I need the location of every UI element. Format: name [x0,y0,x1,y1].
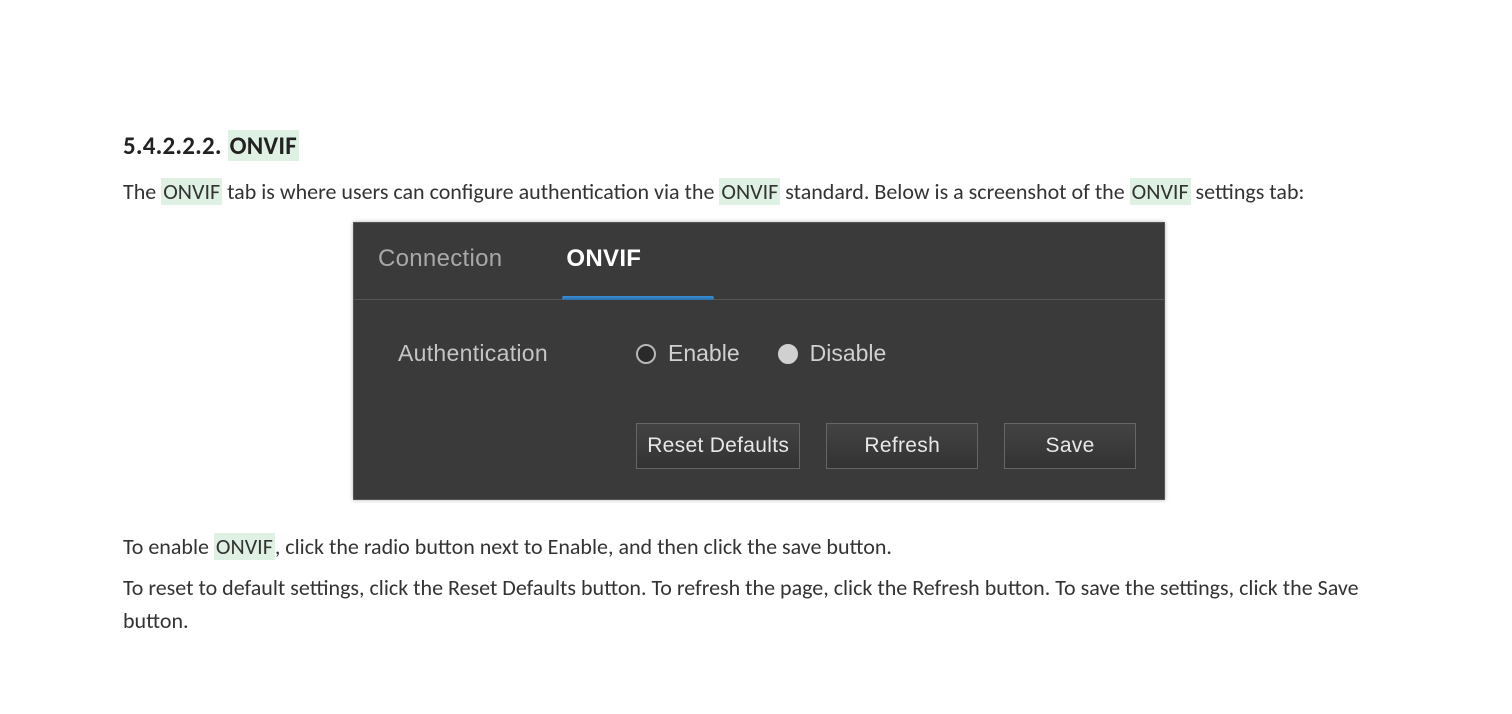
closing-text: , click the radio button next to Enable,… [275,533,892,560]
intro-text: settings tab: [1191,178,1305,205]
refresh-button[interactable]: Refresh [826,423,978,469]
instruction-enable: To enable ONVIF, click the radio button … [123,530,1402,563]
authentication-radio-group: Enable Disable [636,340,886,367]
radio-enable-label: Enable [668,340,740,367]
onvif-highlight: ONVIF [214,533,275,560]
button-row: Reset Defaults Refresh Save [636,423,1136,469]
onvif-highlight: ONVIF [161,178,222,205]
intro-text: standard. Below is a screenshot of the [780,178,1129,205]
radio-disable-label: Disable [810,340,887,367]
heading-title: ONVIF [228,130,299,161]
active-tab-indicator [562,296,714,300]
heading-number: 5.4.2.2.2. [123,130,222,161]
authentication-row: Authentication Enable Disable [398,340,1136,367]
intro-paragraph: The ONVIF tab is where users can configu… [123,175,1402,208]
panel-content: Authentication Enable Disable Reset Defa… [354,300,1164,499]
radio-disable[interactable]: Disable [778,340,887,367]
radio-circle-icon [778,344,798,364]
onvif-highlight: ONVIF [719,178,780,205]
document-page: 5.4.2.2.2. ONVIF The ONVIF tab is where … [0,0,1512,714]
save-button[interactable]: Save [1004,423,1136,469]
tab-bar: Connection ONVIF [354,223,1164,300]
closing-text: To enable [123,533,214,560]
reset-defaults-button[interactable]: Reset Defaults [636,423,800,469]
tab-connection[interactable]: Connection [370,241,510,287]
tab-onvif[interactable]: ONVIF [558,241,649,287]
section-heading: 5.4.2.2.2. ONVIF [123,130,1402,161]
radio-circle-icon [636,344,656,364]
instruction-reset-refresh-save: To reset to default settings, click the … [123,571,1402,637]
intro-text: The [123,178,161,205]
onvif-highlight: ONVIF [1130,178,1191,205]
intro-text: tab is where users can configure authent… [222,178,719,205]
radio-enable[interactable]: Enable [636,340,740,367]
onvif-settings-panel: Connection ONVIF Authentication Enable D… [353,222,1165,500]
authentication-label: Authentication [398,340,568,367]
